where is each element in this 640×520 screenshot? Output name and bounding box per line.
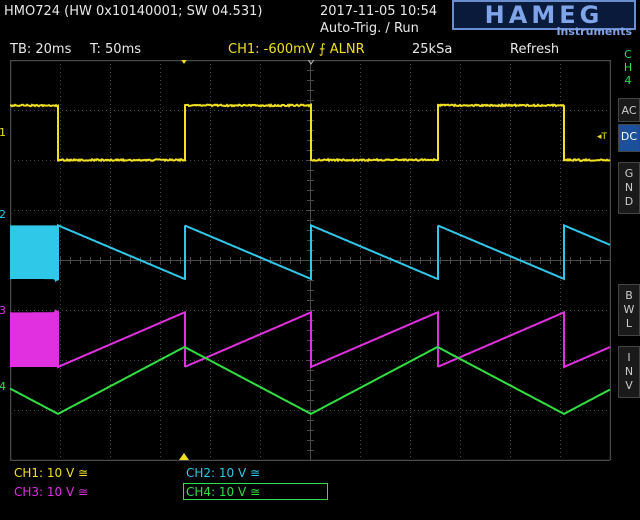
acquisition-mode[interactable]: Refresh [510,42,559,57]
ch4-scale[interactable]: CH4: 10 V ≅ [186,485,260,499]
ch1-ground-marker[interactable]: 1 [0,125,6,141]
coupling-button-dc[interactable]: DC [618,124,640,152]
ch3-trace [10,312,610,367]
button-label-char: N [619,181,639,195]
ch4-ground-marker[interactable]: 4 [0,379,6,395]
button-label-char: W [619,303,639,317]
coupling-button-gnd[interactable]: GND [618,162,640,214]
brand-logo: HAMEG Instruments [452,0,636,40]
trigger-level-marker[interactable]: ◂T [597,129,607,145]
ch1-scale[interactable]: CH1: 10 V ≅ [14,466,88,480]
ch3-ground-marker[interactable]: 3 [0,303,6,319]
scope-display[interactable] [10,60,611,461]
button-label-char: L [619,317,639,331]
trigger-position-bottom-marker[interactable] [179,453,189,460]
logo-subtitle: Instruments [556,25,632,38]
channel-indicator: C H 4 [616,48,640,87]
trigger-setting-readout[interactable]: CH1: -600mV ⨍ ALNR [228,42,365,57]
sample-rate-readout: 25kSa [412,42,452,57]
trigger-time-readout[interactable]: T: 50ms [90,42,141,57]
channel-char: 4 [616,74,640,87]
datetime: 2017-11-05 10:54 [320,4,437,20]
channel-menu: C H 4 AC DC G N D B W L I N V [616,40,640,460]
status-bar: TB: 20ms T: 50ms CH1: -600mV ⨍ ALNR 25kS… [10,40,610,60]
channel-char: C [616,48,640,61]
button-label-char: AC [619,104,639,118]
channel-char: H [616,61,640,74]
title-bar: HMO724 (HW 0x10140001; SW 04.531) 2017-1… [0,0,640,40]
timebase-readout[interactable]: TB: 20ms [10,42,71,57]
button-label-char: V [619,379,639,393]
button-label-char: N [619,365,639,379]
ch3-scale[interactable]: CH3: 10 V ≅ [14,485,88,499]
button-label-char: G [619,167,639,181]
button-label-char: I [619,351,639,365]
button-label-char: D [619,195,639,209]
coupling-button-ac[interactable]: AC [618,98,640,122]
ch1-trace [10,105,610,161]
ch2-scale[interactable]: CH2: 10 V ≅ [186,466,260,480]
coupling-button-bwl[interactable]: BWL [618,284,640,336]
button-label-char: DC [619,130,639,144]
device-info: HMO724 (HW 0x10140001; SW 04.531) [4,4,262,20]
button-label-char: B [619,289,639,303]
ch2-trace [10,225,610,279]
ch2-ground-marker[interactable]: 2 [0,207,6,223]
coupling-button-inv[interactable]: INV [618,346,640,398]
trigger-mode: Auto-Trig. / Run [320,21,419,37]
